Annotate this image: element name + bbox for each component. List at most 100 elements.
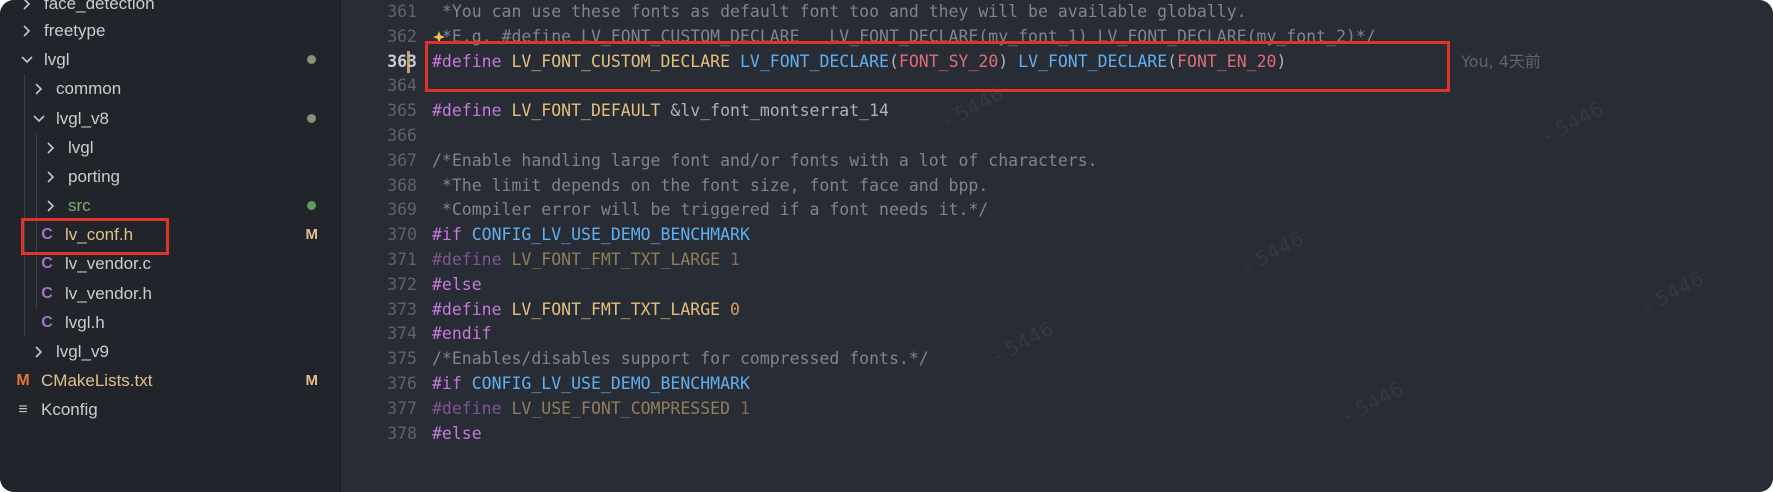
modified-line-marker: [407, 50, 410, 73]
screenshot-frame: face_detection freetype lvgl common lvgl_v8 l…: [0, 0, 1773, 492]
code-line[interactable]: 378 #else: [341, 421, 1773, 446]
code-text[interactable]: #define LV_FONT_FMT_TXT_LARGE 1: [432, 247, 740, 272]
explorer-item-label: Kconfig: [41, 399, 98, 419]
explorer-item[interactable]: src: [0, 191, 340, 220]
explorer-item[interactable]: common: [0, 74, 340, 103]
explorer-item-label: porting: [68, 166, 120, 186]
code-editor[interactable]: - 5446- 5446- 5446- 5446- 5446- 5446 361 …: [341, 0, 1773, 492]
code-text[interactable]: /*Enable handling large font and/or font…: [432, 148, 1098, 173]
code-line[interactable]: 375 /*Enables/disables support for compre…: [341, 346, 1773, 371]
code-token: LV_FONT_FMT_TXT_LARGE: [511, 250, 721, 269]
explorer-item[interactable]: lvgl_v9: [0, 337, 340, 366]
chevron-right-icon[interactable]: [44, 141, 58, 155]
cmake-file-icon: M: [16, 371, 30, 389]
line-number: 378: [387, 423, 417, 443]
code-token: LV_USE_FONT_COMPRESSED: [511, 398, 731, 418]
explorer-sidebar: face_detection freetype lvgl common lvgl_v8 l…: [0, 0, 341, 492]
text-file-icon: ≡: [18, 400, 28, 418]
code-token: #define: [432, 101, 502, 121]
code-line[interactable]: 361 *You can use these fonts as default …: [341, 0, 1773, 24]
code-text[interactable]: #if CONFIG_LV_USE_DEMO_BENCHMARK: [432, 222, 750, 247]
explorer-item[interactable]: freetype: [0, 16, 340, 45]
code-line[interactable]: 373 #define LV_FONT_FMT_TXT_LARGE 0: [341, 297, 1773, 322]
code-text[interactable]: *The limit depends on the font size, fon…: [432, 173, 988, 198]
chevron-right-icon[interactable]: [20, 0, 34, 11]
code-token: *The limit depends on the font size, fon…: [432, 175, 989, 195]
git-blame-annotation: You, 4天前: [1461, 51, 1541, 71]
explorer-item[interactable]: Clvgl.h: [0, 308, 340, 337]
code-token: #else: [432, 423, 482, 443]
explorer-item[interactable]: lvgl_v8: [0, 104, 340, 133]
chevron-right-icon[interactable]: [20, 24, 34, 38]
explorer-item[interactable]: porting: [0, 162, 340, 191]
explorer-item-label: CMakeLists.txt: [41, 370, 153, 390]
line-number: 375: [387, 349, 417, 369]
code-token: #if: [432, 374, 462, 393]
chevron-right-icon[interactable]: [32, 82, 46, 96]
modified-badge: M: [305, 372, 319, 389]
code-line[interactable]: 376 #if CONFIG_LV_USE_DEMO_BENCHMARK: [341, 371, 1773, 396]
code-text[interactable]: #endif: [432, 321, 492, 346]
explorer-item-label: common: [56, 78, 122, 98]
code-line[interactable]: 365 #define LV_FONT_DEFAULT &lv_font_mont…: [341, 98, 1773, 123]
code-line[interactable]: 372 #else: [341, 272, 1773, 297]
chevron-down-icon[interactable]: [32, 112, 46, 126]
code-line[interactable]: 377 #define LV_USE_FONT_COMPRESSED 1: [341, 396, 1773, 421]
code-token: 0: [730, 299, 740, 319]
code-text[interactable]: /*Enables/disables support for compresse…: [432, 346, 929, 371]
code-text[interactable]: #else: [432, 272, 482, 297]
code-line[interactable]: 367 /*Enable handling large font and/or f…: [341, 148, 1773, 173]
highlight-box: [21, 218, 169, 255]
chevron-right-icon[interactable]: [44, 170, 58, 184]
line-number: 366: [387, 126, 417, 145]
explorer-item-label: lv_vendor.h: [65, 283, 152, 303]
code-text[interactable]: *Compiler error will be triggered if a f…: [432, 197, 988, 222]
chevron-right-icon[interactable]: [44, 199, 58, 213]
explorer-item[interactable]: lvgl: [0, 45, 340, 74]
chevron-down-icon[interactable]: [20, 53, 34, 67]
code-text[interactable]: #else: [432, 421, 482, 446]
line-number: 376: [387, 374, 417, 393]
code-text[interactable]: *You can use these fonts as default font…: [432, 0, 1247, 24]
code-token: /*Enable handling large font and/or font…: [432, 150, 1098, 170]
line-number: 370: [387, 225, 417, 245]
explorer-item[interactable]: Clv_vendor.h: [0, 279, 340, 308]
explorer-item-label: lvgl_v9: [56, 341, 109, 361]
code-token: #else: [432, 274, 482, 294]
line-number: 372: [387, 274, 417, 294]
code-line[interactable]: 368 *The limit depends on the font size,…: [341, 173, 1773, 198]
c-file-icon: C: [41, 313, 53, 331]
change-dot-icon: [307, 114, 316, 123]
explorer-item[interactable]: M CMakeLists.txt M: [0, 366, 340, 395]
line-number: 369: [387, 200, 417, 220]
code-text[interactable]: #if CONFIG_LV_USE_DEMO_BENCHMARK: [432, 371, 750, 396]
line-number: 362: [387, 26, 417, 46]
code-line[interactable]: 366: [341, 123, 1773, 148]
chevron-right-icon[interactable]: [32, 345, 46, 359]
code-text[interactable]: #define LV_USE_FONT_COMPRESSED 1: [432, 396, 750, 421]
line-number: 368: [387, 175, 417, 195]
change-dot-icon: [307, 55, 316, 64]
code-line[interactable]: 370 #if CONFIG_LV_USE_DEMO_BENCHMARK: [341, 222, 1773, 247]
code-line[interactable]: 371 #define LV_FONT_FMT_TXT_LARGE 1: [341, 247, 1773, 272]
explorer-item-label: lvgl: [68, 137, 94, 157]
code-token: CONFIG_LV_USE_DEMO_BENCHMARK: [471, 225, 750, 245]
explorer-item-label: lvgl: [44, 49, 70, 69]
code-text[interactable]: #define LV_FONT_DEFAULT &lv_font_montser…: [432, 98, 889, 123]
code-token: 1: [730, 250, 740, 269]
explorer-item[interactable]: lvgl: [0, 133, 340, 162]
code-line[interactable]: 369 *Compiler error will be triggered if…: [341, 197, 1773, 222]
line-number: 371: [387, 250, 417, 269]
explorer-item-label: freetype: [44, 20, 106, 40]
explorer-item[interactable]: ≡ Kconfig: [0, 395, 340, 424]
code-text[interactable]: #define LV_FONT_FMT_TXT_LARGE 0: [432, 297, 740, 322]
line-number: 374: [387, 324, 417, 344]
code-line[interactable]: 374 #endif: [341, 321, 1773, 346]
explorer-item-label: lvgl.h: [65, 312, 105, 332]
line-number: 364: [387, 76, 417, 96]
